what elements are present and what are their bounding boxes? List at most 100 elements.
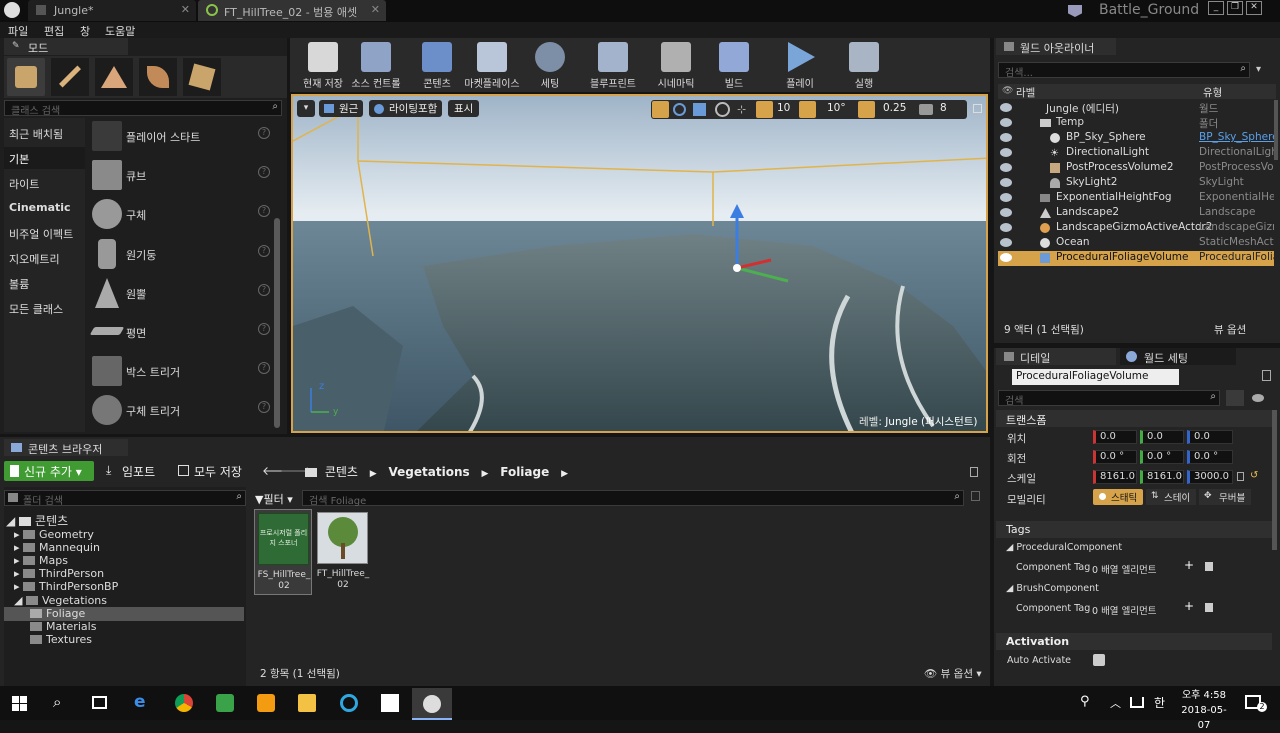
maximize-viewport-icon[interactable] (973, 104, 982, 113)
help-icon[interactable]: ? (258, 284, 270, 296)
breadcrumb-item[interactable]: Vegetations (389, 465, 470, 479)
tree-folder[interactable]: ▸ Maps (14, 554, 68, 567)
outliner-row[interactable]: PostProcessVolume2 PostProcessVol (998, 161, 1274, 176)
place-item-player-start[interactable]: 플레이어 스타트? (90, 118, 270, 154)
people-icon[interactable]: ⚲ (1080, 694, 1090, 709)
outliner-row[interactable]: Jungle (에디터) 월드 (998, 101, 1274, 116)
launch-button[interactable]: 실행 (831, 40, 897, 92)
location-y-field[interactable]: 0.0 (1140, 430, 1184, 444)
category-cinematic[interactable]: Cinematic (9, 201, 71, 214)
source-control-button[interactable]: 소스 컨트롤 (343, 40, 409, 92)
show-button[interactable]: 표시 (448, 100, 480, 117)
tree-subfolder[interactable]: Materials (30, 620, 96, 633)
clock[interactable]: 오후 4:58 2018-05-07 (1176, 688, 1232, 733)
rotate-icon[interactable] (673, 103, 686, 116)
outliner-row[interactable]: ☀ DirectionalLight DirectionalLight (998, 146, 1274, 161)
content-browser-tab[interactable]: 콘텐츠 브라우저 (4, 439, 128, 456)
rotation-x-field[interactable]: 0.0 ° (1093, 450, 1137, 464)
procedural-component-header[interactable]: ◢ ProceduralComponent (1006, 542, 1122, 553)
viewport[interactable]: z y ▾ 원근 라이팅포함 표시 ⊹ 10 10° 0.25 8 레벨: Ju… (291, 94, 988, 433)
windows-start-icon[interactable] (12, 696, 27, 711)
asset-tile[interactable]: FT_HillTree_02 (314, 509, 372, 595)
eye-icon[interactable] (1000, 223, 1012, 232)
eye-icon[interactable] (1000, 103, 1012, 112)
chevron-up-icon[interactable]: ︿ (1110, 695, 1121, 711)
close-icon[interactable]: ✕ (181, 3, 190, 16)
category-visual-effects[interactable]: 비주얼 이펙트 (9, 226, 73, 242)
class-search-input[interactable]: 클래스 검색 ⌕ (4, 100, 282, 117)
outliner-scrollbar[interactable] (1274, 100, 1278, 160)
location-z-field[interactable]: 0.0 (1187, 430, 1233, 444)
settings-button[interactable]: 세팅 (517, 40, 583, 92)
paint-mode-icon[interactable] (51, 58, 89, 96)
folder-search-input[interactable]: 폴더 검색 ⌕ (4, 490, 246, 507)
kakao-icon[interactable] (216, 694, 234, 712)
help-icon[interactable]: ? (258, 362, 270, 374)
tree-root[interactable]: ◢ 콘텐츠 (6, 512, 68, 529)
scale-snap-icon[interactable] (858, 101, 875, 118)
eye-icon[interactable] (1000, 118, 1012, 127)
tree-folder[interactable]: ▸ Geometry (14, 528, 94, 541)
save-search-icon[interactable] (971, 491, 980, 501)
activation-section-header[interactable]: Activation (996, 633, 1272, 650)
tree-folder[interactable]: ▸ Mannequin (14, 541, 100, 554)
trash-icon[interactable] (1205, 603, 1213, 612)
scale-icon[interactable] (693, 103, 706, 116)
eye-icon[interactable] (1000, 238, 1012, 247)
filter-button[interactable]: ▼필터 ▾ (255, 491, 293, 507)
place-item-plane[interactable]: 평면? (89, 314, 270, 350)
tags-section-header[interactable]: Tags (996, 521, 1272, 538)
save-all-button[interactable]: 모두 저장 (176, 463, 242, 480)
help-icon[interactable]: ? (258, 245, 270, 257)
place-item-cube[interactable]: 큐브? (90, 157, 270, 193)
rotation-snap-icon[interactable] (799, 101, 816, 118)
grid-snap-value[interactable]: 10 (777, 102, 790, 114)
details-tab[interactable]: 디테일 (996, 348, 1116, 365)
lock-icon[interactable] (970, 467, 978, 477)
eye-icon[interactable] (1000, 178, 1012, 187)
outliner-row-selected[interactable]: ProceduralFoliageVolume ProceduralFolia (998, 251, 1274, 266)
surface-snap-icon[interactable]: ⊹ (737, 103, 751, 116)
play-button[interactable]: 플레이 (767, 40, 833, 92)
visibility-eye-icon[interactable] (1252, 394, 1264, 402)
menu-help[interactable]: 도움말 (105, 23, 135, 39)
close-icon[interactable]: ✕ (371, 3, 380, 16)
reset-scale-icon[interactable]: ↺ (1250, 470, 1258, 481)
maximize-button[interactable]: ❐ (1227, 1, 1243, 15)
viewport-options-button[interactable]: ▾ (297, 100, 315, 117)
menu-edit[interactable]: 편집 (44, 23, 64, 39)
asset-tile-selected[interactable]: 프로시저럴 폴리지 스포너 FS_HillTree_02 (254, 509, 312, 595)
place-mode-icon[interactable] (7, 58, 45, 96)
tree-folder[interactable]: ▸ ThirdPersonBP (14, 580, 118, 593)
breadcrumb-item[interactable]: 콘텐츠 (325, 465, 358, 479)
tab-level[interactable]: Jungle* ✕ (28, 0, 196, 21)
location-x-field[interactable]: 0.0 (1093, 430, 1137, 444)
world-space-icon[interactable] (715, 102, 730, 117)
cinematics-button[interactable]: 시네마틱 (643, 40, 709, 92)
breadcrumb-item[interactable]: Foliage (500, 465, 549, 479)
property-matrix-icon[interactable] (1226, 390, 1244, 406)
category-volumes[interactable]: 볼륨 (9, 276, 29, 292)
outliner-row[interactable]: Landscape2 Landscape (998, 206, 1274, 221)
asset-view-options[interactable]: 👁 뷰 옵션 ▾ (924, 666, 982, 681)
outliner-row[interactable]: BP_Sky_Sphere BP_Sky_Sphere (998, 131, 1274, 146)
tree-subfolder-selected[interactable]: Foliage (30, 607, 85, 620)
outliner-row[interactable]: ExponentialHeightFog ExponentialHeig (998, 191, 1274, 206)
outliner-search-input[interactable]: 검색... ⌕ (998, 62, 1250, 79)
place-item-box-trigger[interactable]: 박스 트리거? (90, 353, 270, 389)
help-icon[interactable]: ? (258, 323, 270, 335)
category-lights[interactable]: 라이트 (9, 176, 39, 192)
scale-z-field[interactable]: 3000.0 (1187, 470, 1233, 484)
outliner-row[interactable]: SkyLight2 SkyLight (998, 176, 1274, 191)
scale-y-field[interactable]: 8161.0 (1140, 470, 1184, 484)
place-item-sphere[interactable]: 구체? (90, 196, 270, 232)
add-element-icon[interactable]: + (1184, 599, 1194, 613)
translate-icon[interactable] (652, 101, 669, 118)
eye-icon[interactable] (1000, 148, 1012, 157)
import-button[interactable]: ⤓ 임포트 (104, 463, 155, 480)
category-recent[interactable]: 최근 배치됨 (9, 126, 63, 142)
scale-snap-value[interactable]: 0.25 (883, 102, 906, 114)
ime-indicator[interactable]: 한 (1154, 694, 1165, 711)
details-scrollbar[interactable] (1272, 410, 1277, 550)
help-icon[interactable]: ? (258, 205, 270, 217)
